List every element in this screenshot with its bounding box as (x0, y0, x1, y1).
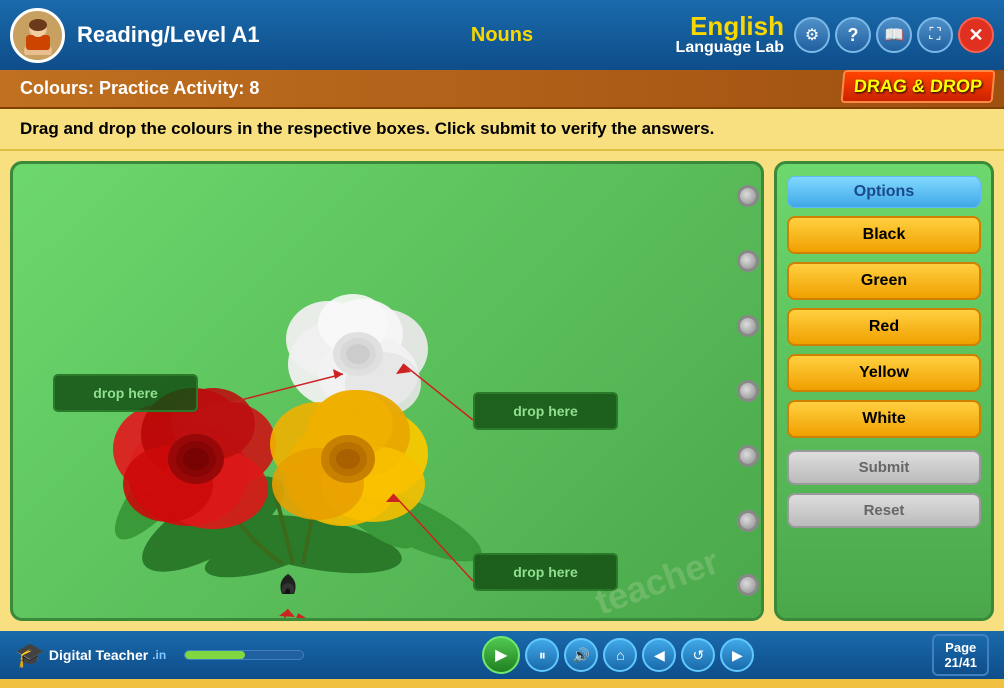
logo-area: English Language Lab (676, 13, 784, 57)
fullscreen-icon: ⛶ (929, 26, 940, 44)
pause-icon: ⏸ (539, 647, 546, 664)
footer-logo-suffix: .in (152, 648, 166, 662)
volume-button[interactable]: 🔊 (564, 638, 598, 672)
spiral-ring-2 (737, 250, 759, 272)
options-header: Options (787, 176, 981, 208)
avatar (10, 8, 65, 63)
submit-button[interactable]: Submit (787, 450, 981, 485)
home-button[interactable]: ⌂ (603, 638, 637, 672)
logo-english: English (690, 13, 784, 39)
reset-button[interactable]: Reset (787, 493, 981, 528)
spiral-ring-4 (737, 380, 759, 402)
notebook-panel: drop here drop here drop here drop here … (10, 161, 764, 621)
spiral-ring-1 (737, 185, 759, 207)
book-icon-btn[interactable]: 📖 (876, 17, 912, 53)
drop-zone-3-label: drop here (513, 564, 578, 580)
instruction-text: Drag and drop the colours in the respect… (0, 109, 1004, 151)
home-icon: ⌂ (616, 647, 624, 663)
drag-drop-banner: DRAG & DROP (841, 70, 996, 103)
logo-language-lab: Language Lab (676, 39, 784, 57)
spiral-ring-6 (737, 510, 759, 532)
refresh-icon: ↺ (692, 647, 704, 664)
fullscreen-icon-btn[interactable]: ⛶ (917, 17, 953, 53)
footer-logo-text: Digital Teacher (49, 647, 148, 663)
next-button[interactable]: ▶ (720, 638, 754, 672)
spiral-binding (733, 164, 763, 618)
spiral-ring-5 (737, 445, 759, 467)
footer-controls: ▶ ⏸ 🔊 ⌂ ◀ ↺ ▶ (482, 636, 754, 674)
option-green-button[interactable]: Green (787, 262, 981, 300)
options-panel: Options Black Green Red Yellow White Sub… (774, 161, 994, 621)
drop-zone-3[interactable]: drop here (473, 553, 618, 591)
drop-zone-1-label: drop here (93, 385, 158, 401)
help-icon: ? (848, 25, 859, 46)
settings-icon: ⚙ (805, 25, 819, 45)
close-icon: ✕ (968, 25, 983, 46)
drop-zone-2[interactable]: drop here (473, 392, 618, 430)
header-icon-group: ⚙ ? 📖 ⛶ ✕ (794, 17, 994, 53)
refresh-button[interactable]: ↺ (681, 638, 715, 672)
app-footer: 🎓 Digital Teacher .in ▶ ⏸ 🔊 ⌂ ◀ ↺ ▶ (0, 631, 1004, 679)
page-indicator: Page 21/41 (932, 634, 989, 676)
app-title: Reading/Level A1 (77, 22, 260, 48)
sub-header: Colours: Practice Activity: 8 DRAG & DRO… (0, 70, 1004, 109)
page-total: 41 (963, 655, 977, 670)
play-icon: ▶ (495, 645, 507, 665)
pause-button[interactable]: ⏸ (525, 638, 559, 672)
help-icon-btn[interactable]: ? (835, 17, 871, 53)
main-content: drop here drop here drop here drop here … (0, 151, 1004, 631)
spiral-ring-3 (737, 315, 759, 337)
activity-title: Colours: Practice Activity: 8 (20, 78, 259, 98)
next-icon: ▶ (732, 647, 743, 664)
option-red-button[interactable]: Red (787, 308, 981, 346)
header-nouns-label: Nouns (471, 24, 533, 47)
play-button[interactable]: ▶ (482, 636, 520, 674)
volume-icon: 🔊 (573, 647, 590, 664)
footer-logo-icon: 🎓 (15, 641, 45, 670)
notebook-inner: drop here drop here drop here drop here … (13, 164, 761, 618)
progress-bar-fill (185, 651, 245, 659)
progress-bar-background (184, 650, 304, 660)
drop-zone-1[interactable]: drop here (53, 374, 198, 412)
app-header: Reading/Level A1 Nouns English Language … (0, 0, 1004, 70)
footer-logo: 🎓 Digital Teacher .in (15, 641, 166, 670)
book-icon: 📖 (884, 25, 904, 45)
page-label: Page (945, 640, 976, 655)
option-yellow-button[interactable]: Yellow (787, 354, 981, 392)
option-black-button[interactable]: Black (787, 216, 981, 254)
prev-icon: ◀ (654, 647, 665, 664)
spiral-ring-7 (737, 574, 759, 596)
settings-icon-btn[interactable]: ⚙ (794, 17, 830, 53)
prev-button[interactable]: ◀ (642, 638, 676, 672)
page-current: 21 (944, 655, 958, 670)
close-button[interactable]: ✕ (958, 17, 994, 53)
option-white-button[interactable]: White (787, 400, 981, 438)
drop-zone-2-label: drop here (513, 403, 578, 419)
progress-bar-area (184, 650, 304, 660)
